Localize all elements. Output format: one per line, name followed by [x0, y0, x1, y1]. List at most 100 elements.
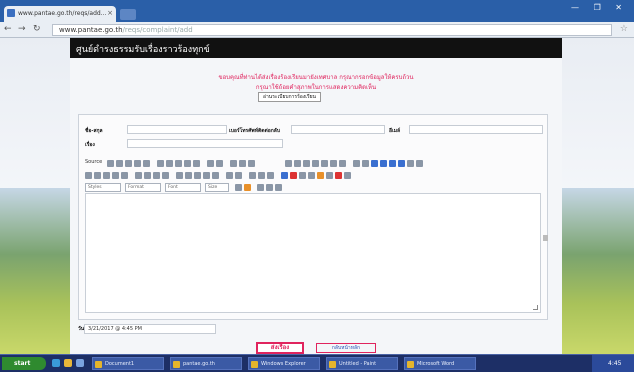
preview-icon[interactable]	[125, 160, 132, 167]
table-icon-2[interactable]	[299, 172, 306, 179]
new-tab-button[interactable]	[120, 9, 136, 20]
justify-icon[interactable]	[212, 172, 219, 179]
rules-button[interactable]: อ่านระเบียบการร้องเรียน	[258, 92, 321, 102]
select-field-icon[interactable]	[330, 160, 337, 167]
flash-icon[interactable]	[380, 160, 387, 167]
paste-icon[interactable]	[175, 160, 182, 167]
copy-icon[interactable]	[166, 160, 173, 167]
taskbar-item[interactable]: Microsoft Word	[404, 357, 476, 370]
indent-icon[interactable]	[162, 172, 169, 179]
styles-select[interactable]: Styles	[85, 183, 121, 192]
start-button[interactable]: start	[2, 357, 46, 370]
taskbar-item[interactable]: Untitled - Paint	[326, 357, 398, 370]
paste-word-icon[interactable]	[193, 160, 200, 167]
resize-handle-icon[interactable]	[533, 305, 538, 310]
select-all-icon[interactable]	[248, 160, 255, 167]
close-tab-icon[interactable]: ×	[107, 9, 113, 17]
bold-icon[interactable]	[85, 172, 92, 179]
strike-icon[interactable]	[112, 172, 119, 179]
clock[interactable]: 4:45	[608, 360, 621, 367]
templates-icon[interactable]	[143, 160, 150, 167]
underline-icon[interactable]	[103, 172, 110, 179]
window-icon	[173, 361, 180, 368]
url-input[interactable]: www.pantae.go.th/reqs/complaint/add	[52, 24, 612, 36]
size-select[interactable]: Size	[205, 183, 229, 192]
textarea-icon[interactable]	[321, 160, 328, 167]
find-icon[interactable]	[230, 160, 237, 167]
align-left-icon[interactable]	[185, 172, 192, 179]
italic-icon[interactable]	[94, 172, 101, 179]
image-icon[interactable]	[371, 160, 378, 167]
button-field-icon[interactable]	[339, 160, 346, 167]
bg-color-icon[interactable]	[244, 184, 251, 191]
align-right-icon[interactable]	[203, 172, 210, 179]
checkbox-icon[interactable]	[294, 160, 301, 167]
window-icon	[329, 361, 336, 368]
quicklaunch-ie-icon[interactable]	[52, 359, 60, 367]
replace-icon[interactable]	[239, 160, 246, 167]
subscript-icon[interactable]	[353, 160, 360, 167]
bookmark-star-icon[interactable]: ☆	[620, 24, 628, 34]
text-direction-rtl-icon[interactable]	[235, 172, 242, 179]
special-char-icon[interactable]	[326, 172, 333, 179]
name-input[interactable]	[127, 125, 227, 134]
anchor-icon-2[interactable]	[267, 172, 274, 179]
taskbar-item[interactable]: pantae.go.th	[170, 357, 242, 370]
flash-icon-2[interactable]	[290, 172, 297, 179]
bulleted-list-icon[interactable]	[144, 172, 151, 179]
form-icon[interactable]	[285, 160, 292, 167]
image-icon-2[interactable]	[281, 172, 288, 179]
rich-text-editor[interactable]	[85, 193, 541, 313]
format-select[interactable]: Format	[125, 183, 161, 192]
submit-button[interactable]: ส่งเรื่อง	[256, 342, 304, 354]
numbered-list-icon[interactable]	[135, 172, 142, 179]
undo-icon[interactable]	[207, 160, 214, 167]
font-select[interactable]: Font	[165, 183, 201, 192]
show-blocks-icon[interactable]	[266, 184, 273, 191]
cut-icon[interactable]	[157, 160, 164, 167]
back-home-link[interactable]: กลับหน้าหลัก	[316, 343, 376, 353]
iframe-icon[interactable]	[344, 172, 351, 179]
quicklaunch-desktop-icon[interactable]	[76, 359, 84, 367]
table-icon[interactable]	[389, 160, 396, 167]
about-icon[interactable]	[275, 184, 282, 191]
link-icon-2[interactable]	[249, 172, 256, 179]
date-input[interactable]: 3/21/2017 @ 4:45 PM	[84, 324, 216, 334]
taskbar-item[interactable]: Document1	[92, 357, 164, 370]
page-break-icon[interactable]	[335, 172, 342, 179]
quicklaunch-folder-icon[interactable]	[64, 359, 72, 367]
unlink-icon-2[interactable]	[258, 172, 265, 179]
blockquote-icon[interactable]	[176, 172, 183, 179]
browser-tab[interactable]: www.pantae.go.th/reqs/add... ×	[4, 6, 116, 22]
text-color-icon[interactable]	[235, 184, 242, 191]
link-icon[interactable]	[398, 160, 405, 167]
horizontal-rule-icon[interactable]	[308, 172, 315, 179]
forward-icon[interactable]: →	[18, 24, 26, 34]
reload-icon[interactable]: ↻	[33, 24, 41, 34]
taskbar-item-label: Document1	[105, 361, 135, 367]
align-center-icon[interactable]	[194, 172, 201, 179]
unlink-icon[interactable]	[407, 160, 414, 167]
email-input[interactable]	[409, 125, 543, 134]
phone-input[interactable]	[291, 125, 385, 134]
window-controls[interactable]: — ❐ ✕	[571, 3, 628, 12]
new-page-icon[interactable]	[116, 160, 123, 167]
anchor-icon[interactable]	[416, 160, 423, 167]
paste-text-icon[interactable]	[184, 160, 191, 167]
textfield-icon[interactable]	[312, 160, 319, 167]
subject-input[interactable]	[127, 139, 283, 148]
back-icon[interactable]: ←	[4, 24, 12, 34]
remove-format-icon[interactable]	[121, 172, 128, 179]
outdent-icon[interactable]	[153, 172, 160, 179]
maximize-icon[interactable]	[257, 184, 264, 191]
save-icon[interactable]	[107, 160, 114, 167]
superscript-icon[interactable]	[362, 160, 369, 167]
scrollbar-arrow[interactable]	[543, 235, 548, 241]
redo-icon[interactable]	[216, 160, 223, 167]
source-button[interactable]: Source	[85, 159, 102, 165]
print-icon[interactable]	[134, 160, 141, 167]
taskbar-item[interactable]: Windows Explorer	[248, 357, 320, 370]
radio-icon[interactable]	[303, 160, 310, 167]
smiley-icon[interactable]	[317, 172, 324, 179]
text-direction-ltr-icon[interactable]	[226, 172, 233, 179]
